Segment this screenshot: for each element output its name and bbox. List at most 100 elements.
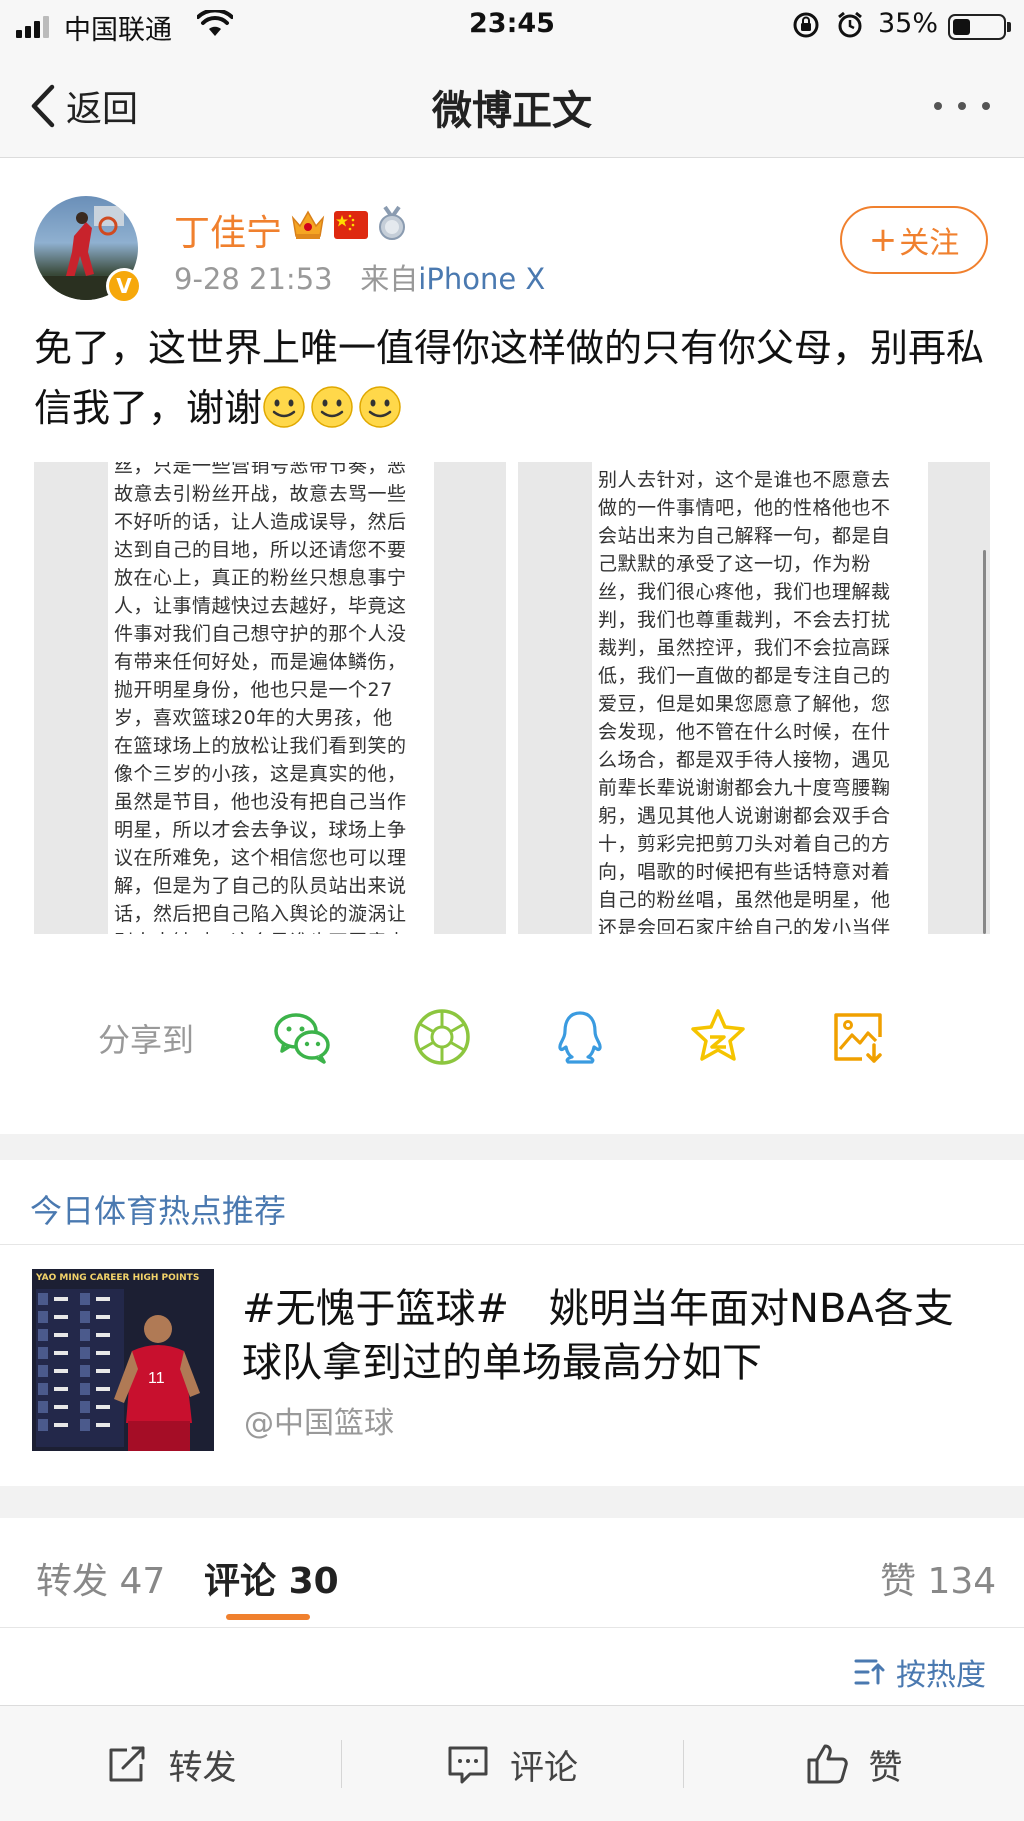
- moments-icon[interactable]: [412, 1007, 472, 1067]
- save-image-icon[interactable]: [828, 1007, 888, 1067]
- battery-icon: [948, 14, 1011, 40]
- image-text-line: 故意去引粉丝开战，故意去骂一些: [114, 483, 407, 505]
- image-text-line: 会发现，他不管在什么时候，在什: [598, 721, 891, 743]
- post-text: 免了，这世界上唯一值得你这样做的只有你父母，别再私信我了，谢谢: [34, 326, 985, 430]
- image-text-line: 前辈长辈说谢谢都会九十度弯腰鞠: [598, 777, 891, 799]
- image-text-line: 己默默的承受了这一切，作为粉: [598, 553, 872, 575]
- post-image-2[interactable]: 别人去针对，这个是谁也不愿意去 做的一件事情吧，他的性格他也不 会站出来为自己解释一…: [518, 462, 990, 934]
- repost-button[interactable]: 转发: [0, 1706, 341, 1821]
- battery-fill: [953, 19, 970, 35]
- sort-label: 按热度: [896, 1658, 986, 1693]
- source-device[interactable]: iPhone X: [418, 262, 545, 296]
- image-text-line: 放在心上，真正的粉丝只想息事宁: [114, 567, 407, 589]
- image-text-line: 别人去针对，这个是谁也不愿意去: [114, 928, 428, 934]
- image-text-line: 虽然是节目，他也没有把自己当作: [114, 791, 407, 813]
- image-text-line: 件事对我们自己想守护的那个人没: [114, 623, 407, 645]
- share-label: 分享到: [98, 1021, 195, 1059]
- tab-reposts[interactable]: 转发 47: [36, 1552, 165, 1604]
- follow-button[interactable]: + 关注: [840, 206, 988, 274]
- image-text-line: 明星，所以才会去争议，球场上争: [114, 819, 407, 841]
- hot-headline[interactable]: #无愧于篮球# 姚明当年面对NBA各支球队拿到过的单场最高分如下: [242, 1282, 982, 1390]
- hot-section-title: 今日体育热点推荐: [30, 1192, 287, 1230]
- verified-badge: V: [106, 268, 142, 304]
- bottom-action-bar: 转发 评论 赞: [0, 1705, 1024, 1821]
- image-text-line: 低，我们一直做的都是专注自己的: [598, 665, 891, 687]
- clock: 23:45: [469, 8, 555, 39]
- thumbnail-title: YAO MING CAREER HIGH POINTS: [36, 1273, 200, 1283]
- interaction-tabs: 转发 47 评论 30 赞 134: [0, 1518, 1024, 1628]
- image-text-line: 岁，喜欢篮球20年的大男孩，他: [114, 707, 393, 729]
- section-divider: [0, 1486, 1024, 1518]
- tab-comments[interactable]: 评论 30: [204, 1552, 339, 1604]
- image-text-line: 么场合，都是双手待人接物，遇见: [598, 749, 891, 771]
- image-text-line: 别人去针对，这个是谁也不愿意去: [598, 469, 891, 491]
- page-title: 微博正文: [432, 88, 592, 134]
- post-image-1[interactable]: 丝，只是一些营销号恶带节奏，恶故意去引粉丝开战，故意去骂一些 不好听的话，让人造成…: [34, 462, 506, 934]
- hot-thumbnail[interactable]: YAO MING CAREER HIGH POINTS 11: [32, 1269, 214, 1451]
- image-text-line: 人，让事情越快过去越好，毕竟这: [114, 595, 407, 617]
- image-text-line: 有带来任何好处，而是遍体鳞伤，: [114, 651, 407, 673]
- image-scrollbar: [983, 550, 986, 934]
- image-text-line: 做的一件事情吧，他的性格他也不: [598, 497, 891, 519]
- post-meta: 9-28 21:53 来自iPhone X: [174, 256, 545, 298]
- china-flag-icon: [334, 211, 368, 239]
- author-name[interactable]: 丁佳宁: [174, 204, 282, 256]
- sort-by-hot-button[interactable]: 按热度: [854, 1650, 986, 1694]
- screenshot-text-page: 丝，只是一些营销号恶带节奏，恶故意去引粉丝开战，故意去骂一些 不好听的话，让人造成…: [108, 462, 434, 934]
- active-tab-indicator: [226, 1614, 310, 1620]
- plus-icon: +: [868, 220, 898, 260]
- comment-button[interactable]: 评论: [341, 1706, 683, 1821]
- image-text-line: 躬，遇见其他人说谢谢都会双手合: [598, 805, 891, 827]
- image-text-line: 爱豆，但是如果您愿意了解他，您: [598, 693, 891, 715]
- hot-source[interactable]: @中国篮球: [244, 1398, 394, 1442]
- more-options-icon[interactable]: [930, 96, 994, 116]
- image-text-line: 会站出来为自己解释一句，都是自: [598, 525, 891, 547]
- image-text-line: 向，唱歌的时候把有些话特意对着: [598, 861, 891, 883]
- tab-likes[interactable]: 赞 134: [880, 1552, 996, 1604]
- post-timestamp: 9-28 21:53: [174, 262, 333, 296]
- image-text-lines: 丝，只是一些营销号恶带节奏，恶故意去引粉丝开战，故意去骂一些 不好听的话，让人造成…: [114, 462, 428, 934]
- battery-percent: 35%: [878, 8, 939, 39]
- smiley-emoji-icon: [359, 386, 401, 428]
- image-text-line: 在篮球场上的放松让我们看到笑的: [114, 735, 407, 757]
- smiley-emoji-icon: [263, 386, 305, 428]
- comment-icon: [448, 1746, 488, 1784]
- qq-icon[interactable]: [550, 1007, 610, 1067]
- share-row: 分享到: [0, 975, 1024, 1095]
- image-text-line: 判，我们也尊重裁判，不会去打扰: [598, 609, 891, 631]
- image-text-line: 话，然后把自己陷入舆论的漩涡让: [114, 903, 407, 925]
- repost-icon: [109, 1746, 144, 1782]
- screenshot-text-page: 别人去针对，这个是谁也不愿意去 做的一件事情吧，他的性格他也不 会站出来为自己解释一…: [592, 462, 928, 934]
- smiley-emoji-icon: [311, 386, 353, 428]
- image-text-line: 十，剪彩完把剪刀头对着自己的方: [598, 833, 891, 855]
- image-text-line: 议在所难免，这个相信您也可以理: [114, 847, 407, 869]
- crown-icon: [291, 210, 325, 239]
- image-text-line: 不好听的话，让人造成误导，然后: [114, 511, 407, 533]
- alarm-icon: [838, 11, 862, 38]
- image-text-line: 裁判，虽然控评，我们不会拉高踩: [598, 637, 891, 659]
- image-text-line: 抛开明星身份，他也只是一个27: [114, 679, 393, 701]
- image-text-line: 解，但是为了自己的队员站出来说: [114, 875, 407, 897]
- image-text-line: 还是会回石家庄给自己的发小当伴: [598, 917, 891, 934]
- image-text-line: 达到自己的目地，所以还请您不要: [114, 539, 407, 561]
- post-body: 免了，这世界上唯一值得你这样做的只有你父母，别再私信我了，谢谢: [34, 318, 994, 438]
- medal-icon: [379, 205, 405, 240]
- section-divider: [0, 1134, 1024, 1160]
- wechat-icon[interactable]: [272, 1007, 332, 1067]
- image-text-line: 像个三岁的小孩，这是真实的他，: [114, 763, 407, 785]
- qzone-icon[interactable]: [688, 1007, 748, 1067]
- image-text-line: 丝，只是一些营销号恶带节奏，恶: [114, 462, 407, 477]
- follow-label: 关注: [899, 226, 960, 261]
- thumbs-up-icon: [807, 1744, 848, 1784]
- post-author-header: V 丁佳宁 9-28 21:53 来自iPhone X + 关注: [0, 158, 1024, 308]
- image-text-line: 丝，我们很心疼他，我们也理解裁: [598, 581, 891, 603]
- player-photo-graphic: 11: [114, 1315, 200, 1451]
- rotation-lock-icon: [793, 12, 819, 38]
- source-prefix: 来自: [360, 262, 419, 296]
- image-text-lines: 别人去针对，这个是谁也不愿意去 做的一件事情吧，他的性格他也不 会站出来为自己解释一…: [598, 466, 922, 934]
- svg-text:11: 11: [148, 1370, 165, 1387]
- sort-icon: [854, 1659, 885, 1685]
- like-button[interactable]: 赞: [683, 1706, 1024, 1821]
- navigation-bar: 返回 微博正文: [0, 52, 1024, 158]
- status-bar: 中国联通 23:45 35%: [0, 0, 1024, 52]
